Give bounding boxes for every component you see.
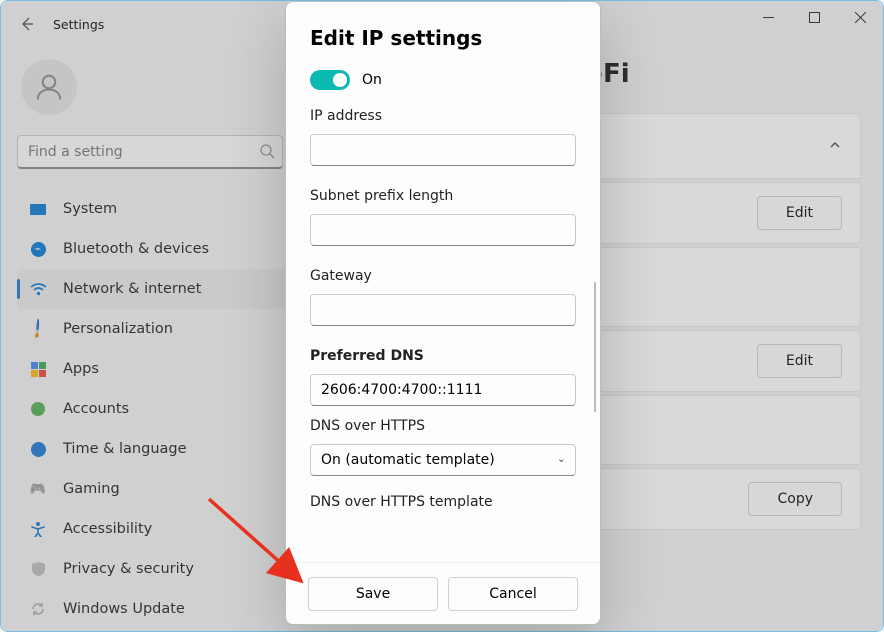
gateway-label: Gateway xyxy=(310,268,576,284)
doh-template-label: DNS over HTTPS template xyxy=(310,494,576,510)
dns-over-https-label: DNS over HTTPS xyxy=(310,418,576,434)
subnet-input[interactable] xyxy=(310,214,576,246)
ip-address-input[interactable] xyxy=(310,134,576,166)
toggle-state-label: On xyxy=(362,72,382,88)
edit-ip-settings-dialog: Edit IP settings On IP address Subnet pr… xyxy=(285,1,601,625)
gateway-input[interactable] xyxy=(310,294,576,326)
save-button[interactable]: Save xyxy=(308,577,438,611)
cancel-button[interactable]: Cancel xyxy=(448,577,578,611)
dialog-title: Edit IP settings xyxy=(310,26,576,50)
preferred-dns-input[interactable] xyxy=(310,374,576,406)
chevron-down-icon: ⌄ xyxy=(557,452,566,465)
subnet-label: Subnet prefix length xyxy=(310,188,576,204)
ip-settings-toggle[interactable] xyxy=(310,70,350,90)
preferred-dns-label: Preferred DNS xyxy=(310,348,576,364)
ip-address-label: IP address xyxy=(310,108,576,124)
dialog-scrollbar[interactable] xyxy=(594,282,596,412)
dns-over-https-select[interactable] xyxy=(310,444,576,476)
